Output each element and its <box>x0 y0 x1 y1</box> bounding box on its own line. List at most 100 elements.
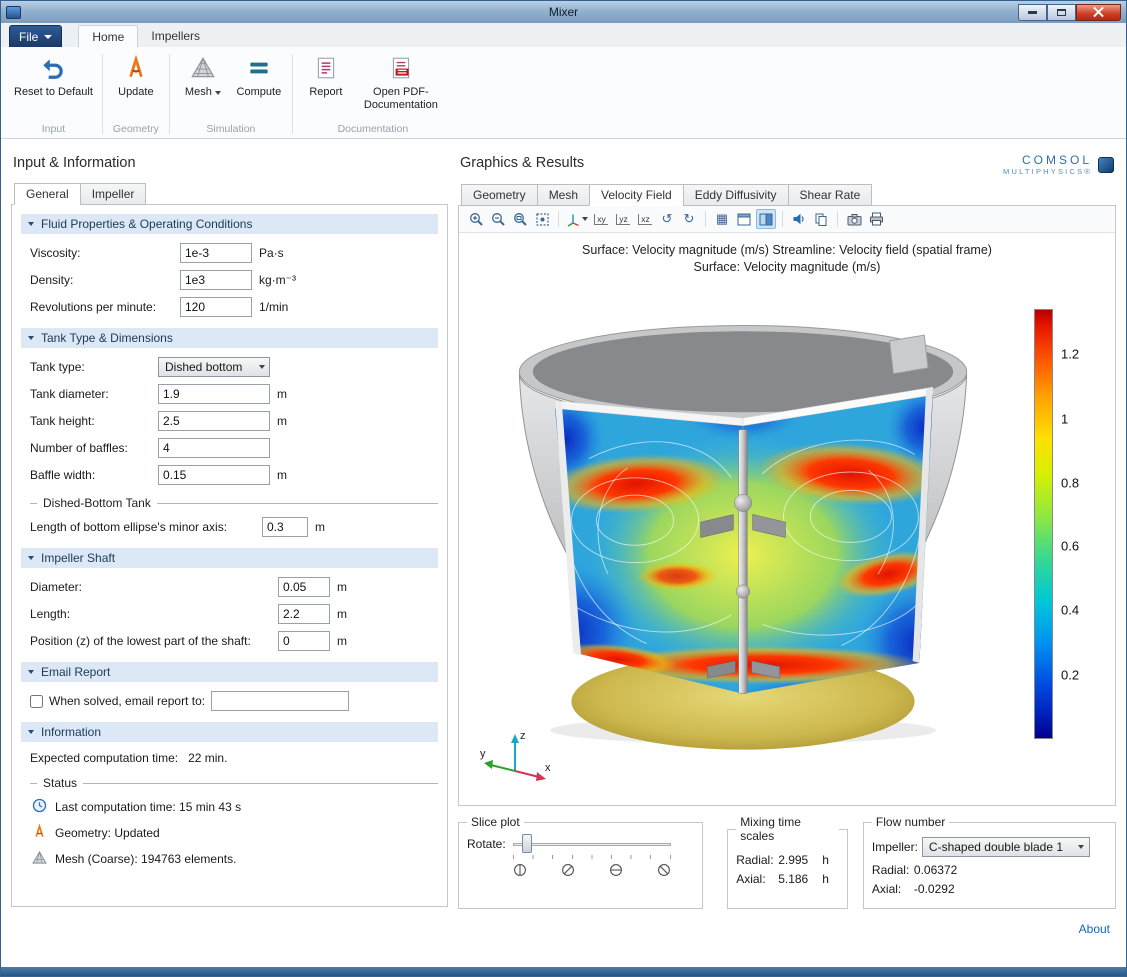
shaft-length-input[interactable] <box>278 604 330 624</box>
zoom-in-button[interactable] <box>466 209 486 229</box>
rotate-clockwise-button[interactable]: ↻ <box>679 209 699 229</box>
field-row: Position (z) of the lowest part of the s… <box>30 631 438 651</box>
plot-in-window-button[interactable] <box>734 209 754 229</box>
file-menu-button[interactable]: File <box>9 25 62 47</box>
report-icon <box>313 53 339 83</box>
clock-icon <box>32 798 47 816</box>
flow-number-group: Flow number Impeller: C-shaped double bl… <box>863 815 1116 909</box>
slider-track[interactable] <box>513 843 671 846</box>
snapshot-button[interactable] <box>844 209 864 229</box>
grid-button[interactable]: ▦ <box>712 209 732 229</box>
tank-height-label: Tank height: <box>30 414 158 428</box>
app-window: Mixer File Home Impellers Reset to Defau… <box>0 0 1127 977</box>
plot-docked-button[interactable] <box>756 209 776 229</box>
close-button[interactable] <box>1076 4 1121 21</box>
tab-velocity-field[interactable]: Velocity Field <box>589 184 684 206</box>
tab-mesh[interactable]: Mesh <box>537 184 590 206</box>
shaft-diameter-unit: m <box>337 580 347 594</box>
tab-geometry[interactable]: Geometry <box>461 184 538 206</box>
titlebar[interactable]: Mixer <box>1 1 1126 23</box>
axis-y-label: y <box>480 748 486 760</box>
ribbon-group-input: Reset to Default Input <box>7 50 100 138</box>
impeller-value: C-shaped double blade 1 <box>929 840 1074 854</box>
field-row: Revolutions per minute: 1/min <box>30 297 438 317</box>
ribbon: Reset to Default Input Update Geometry <box>1 47 1126 139</box>
tab-shear-rate[interactable]: Shear Rate <box>788 184 873 206</box>
rotate-slider[interactable] <box>513 834 671 854</box>
toolbar-separator <box>782 211 783 227</box>
dropdown-button[interactable] <box>254 358 269 376</box>
view-yz-button[interactable]: yz <box>613 209 633 229</box>
close-icon <box>1093 7 1104 18</box>
chevron-down-icon <box>1078 845 1084 849</box>
tank-height-input[interactable] <box>158 411 270 431</box>
graphics-tabs: Geometry Mesh Velocity Field Eddy Diffus… <box>458 184 1116 206</box>
zoom-box-button[interactable] <box>510 209 530 229</box>
slider-thumb[interactable] <box>522 834 532 853</box>
zoom-out-button[interactable] <box>488 209 508 229</box>
compute-button[interactable]: Compute <box>232 50 286 99</box>
maximize-button[interactable] <box>1047 4 1076 21</box>
print-button[interactable] <box>866 209 886 229</box>
compute-label: Compute <box>237 86 282 99</box>
minimize-button[interactable] <box>1018 4 1047 21</box>
reset-to-default-button[interactable]: Reset to Default <box>11 50 96 99</box>
minor-axis-input[interactable] <box>262 517 308 537</box>
mixing-time-scales-legend: Mixing time scales <box>736 815 839 843</box>
collapse-icon <box>28 556 34 560</box>
view-xy-button[interactable]: xy <box>591 209 611 229</box>
rpm-input[interactable] <box>180 297 252 317</box>
viscosity-input[interactable] <box>180 243 252 263</box>
ribbon-tab-impellers-label: Impellers <box>151 29 200 43</box>
section-fluid-properties[interactable]: Fluid Properties & Operating Conditions <box>21 214 438 234</box>
baffle-width-input[interactable] <box>158 465 270 485</box>
mesh-button[interactable]: Mesh <box>176 50 230 99</box>
ribbon-tab-home[interactable]: Home <box>78 25 138 47</box>
ribbon-tab-home-label: Home <box>92 30 124 44</box>
tab-general[interactable]: General <box>14 183 81 205</box>
open-pdf-documentation-button[interactable]: Open PDF-Documentation <box>355 50 447 112</box>
status-item: Mesh (Coarse): 194763 elements. <box>32 850 438 868</box>
tab-eddy-diffusivity[interactable]: Eddy Diffusivity <box>683 184 789 206</box>
section-impeller-shaft[interactable]: Impeller Shaft <box>21 548 438 568</box>
tank-diameter-input[interactable] <box>158 384 270 404</box>
status-item-text: Geometry: Updated <box>55 826 160 840</box>
ribbon-group-simulation: Mesh Compute Simulation <box>172 50 290 138</box>
tank-type-dropdown[interactable]: Dished bottom <box>158 357 270 377</box>
flow-radial-value: 0.06372 <box>914 863 957 877</box>
sound-button[interactable] <box>789 209 809 229</box>
shaft-position-input[interactable] <box>278 631 330 651</box>
field-row: Tank diameter: m <box>30 384 438 404</box>
tab-impeller[interactable]: Impeller <box>80 183 147 205</box>
view-xz-button[interactable]: xz <box>635 209 655 229</box>
section-tank[interactable]: Tank Type & Dimensions <box>21 328 438 348</box>
update-geometry-button[interactable]: Update <box>109 50 163 99</box>
email-row: When solved, email report to: <box>30 691 438 711</box>
number-of-baffles-label: Number of baffles: <box>30 441 158 455</box>
field-row: Baffle width: m <box>30 465 438 485</box>
report-button[interactable]: Report <box>299 50 353 99</box>
zoom-extents-button[interactable] <box>532 209 552 229</box>
number-of-baffles-input[interactable] <box>158 438 270 458</box>
dropdown-button[interactable] <box>1074 838 1089 856</box>
default-3d-view-button[interactable] <box>565 209 589 229</box>
email-checkbox[interactable] <box>30 695 43 708</box>
section-email-report[interactable]: Email Report <box>21 662 438 682</box>
section-tank-label: Tank Type & Dimensions <box>41 331 173 345</box>
section-information[interactable]: Information <box>21 722 438 742</box>
graphics-canvas[interactable]: Surface: Velocity magnitude (m/s) Stream… <box>459 233 1115 805</box>
impeller-dropdown[interactable]: C-shaped double blade 1 <box>922 837 1090 857</box>
density-input[interactable] <box>180 270 252 290</box>
email-input[interactable] <box>211 691 349 711</box>
about-link[interactable]: About <box>1079 922 1110 936</box>
email-checkbox-label: When solved, email report to: <box>49 694 205 708</box>
rotate-counterclockwise-button[interactable]: ↺ <box>657 209 677 229</box>
section-email-report-label: Email Report <box>41 665 110 679</box>
copy-image-button[interactable] <box>811 209 831 229</box>
shaft-diameter-input[interactable] <box>278 577 330 597</box>
ribbon-tab-impellers[interactable]: Impellers <box>138 25 213 47</box>
view-yz-icon: yz <box>616 214 630 225</box>
circle-horizontal-line-icon <box>609 863 623 880</box>
tank-type-value: Dished bottom <box>165 360 254 374</box>
rpm-label: Revolutions per minute: <box>30 300 180 314</box>
